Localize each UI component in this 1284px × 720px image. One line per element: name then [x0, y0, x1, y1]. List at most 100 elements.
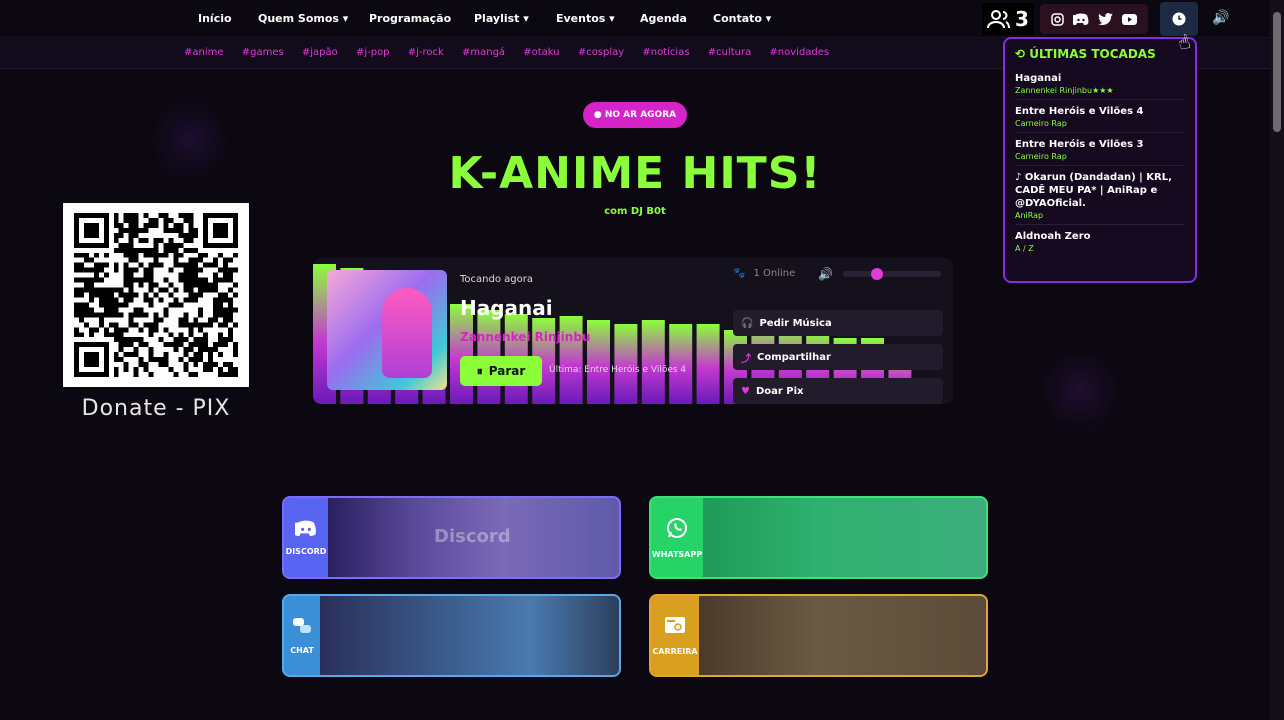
recent-track-item[interactable]: Aldnoah Zero A / Z: [1015, 225, 1185, 257]
discord-icon[interactable]: [1072, 13, 1089, 25]
tag-list: #anime #games #japão #j-pop #j-rock #man…: [184, 47, 838, 58]
recent-track-item[interactable]: Entre Heróis e Vilões 3 Carneiro Rap: [1015, 133, 1185, 166]
nav-inicio[interactable]: Início: [198, 12, 232, 25]
recent-track-item[interactable]: Haganai Zannenkei Rinjinbu★★★: [1015, 67, 1185, 100]
tag-link[interactable]: #j-rock: [408, 47, 444, 58]
recent-track-artist: Zannenkei Rinjinbu★★★: [1015, 86, 1114, 95]
recent-track-song: Entre Heróis e Vilões 3: [1015, 139, 1144, 150]
whatsapp-card-art: [703, 498, 986, 577]
tag-link[interactable]: #j-pop: [356, 47, 390, 58]
request-song-label: Pedir Música: [759, 317, 832, 329]
donate-label: Donate - PIX: [81, 396, 231, 421]
top-nav: Início Quem Somos ▾ Programação Playlist…: [0, 0, 1270, 38]
discord-card[interactable]: DISCORD Discord: [282, 496, 621, 579]
tag-link[interactable]: #cosplay: [578, 47, 624, 58]
recent-track-item[interactable]: Entre Heróis e Vilões 4 Carneiro Rap: [1015, 100, 1185, 133]
volume-slider[interactable]: [843, 268, 941, 280]
pause-icon: ⏸: [476, 363, 483, 378]
whatsapp-card-side: WHATSAPP: [651, 498, 703, 577]
youtube-icon[interactable]: [1122, 13, 1138, 25]
social-links: [1040, 4, 1148, 34]
background-glow: [1040, 350, 1120, 430]
tag-link[interactable]: #mangá: [462, 47, 505, 58]
clock-icon: [1172, 12, 1186, 26]
recent-track-artist: Carneiro Rap: [1015, 119, 1067, 128]
users-icon: [987, 10, 1011, 29]
nav-playlist[interactable]: Playlist ▾: [474, 12, 529, 25]
page-scrollbar[interactable]: [1270, 0, 1284, 720]
twitter-icon[interactable]: [1098, 13, 1114, 25]
recent-tracks-heading: ÚLTIMAS TOCADAS: [1029, 47, 1156, 61]
paw-icon: 🐾: [733, 268, 746, 279]
discord-card-word: Discord: [434, 526, 511, 547]
discord-icon: [293, 520, 317, 541]
tag-link[interactable]: #japão: [302, 47, 338, 58]
share-icon: ⤴: [741, 353, 751, 365]
instagram-icon[interactable]: [1050, 12, 1064, 26]
recent-tracks-dropdown: ⟲ ÚLTIMAS TOCADAS Haganai Zannenkei Rinj…: [1003, 37, 1197, 283]
online-status: 🐾 1 Online: [733, 268, 795, 279]
visualizer-bar: [696, 324, 720, 404]
live-badge: ● NO AR AGORA: [583, 102, 687, 128]
tag-link[interactable]: #cultura: [708, 47, 752, 58]
last-played: Última: Entre Heróis e Vilões 4: [549, 365, 687, 375]
recent-track-song: Aldnoah Zero: [1015, 231, 1091, 242]
chat-card-art: [320, 596, 619, 675]
tag-link[interactable]: #otaku: [523, 47, 559, 58]
stop-button[interactable]: ⏸ Parar: [460, 356, 542, 386]
discord-card-side: DISCORD: [284, 498, 328, 577]
chat-card[interactable]: CHAT: [282, 594, 621, 677]
scrollbar-thumb[interactable]: [1273, 12, 1281, 132]
nav-quem-somos[interactable]: Quem Somos ▾: [258, 12, 348, 25]
career-card-label: CARREIRA: [652, 646, 698, 656]
online-count: 1 Online: [753, 268, 796, 279]
radio-player: Tocando agora Haganai Zannenkei Rinjinbu…: [313, 258, 953, 404]
job-board-icon: [664, 616, 686, 641]
chat-card-side: CHAT: [284, 596, 320, 675]
pix-qr-code: [63, 203, 249, 387]
chat-icon: [292, 617, 312, 640]
donate-pix-button[interactable]: ♥ Doar Pix: [733, 378, 943, 404]
recent-track-artist: AniRap: [1015, 211, 1044, 220]
current-song: Haganai: [460, 296, 553, 320]
whatsapp-card[interactable]: WHATSAPP: [649, 496, 988, 579]
recent-track-song: Haganai: [1015, 73, 1062, 84]
listeners-counter: 3: [982, 3, 1034, 35]
current-artist: Zannenkei Rinjinbu: [460, 330, 591, 344]
nav-contato[interactable]: Contato ▾: [713, 12, 771, 25]
visualizer-bar: [614, 324, 638, 404]
recent-track-artist: Carneiro Rap: [1015, 152, 1067, 161]
tag-link[interactable]: #notícias: [642, 47, 689, 58]
recent-track-artist: A / Z: [1015, 244, 1034, 253]
tag-link[interactable]: #novidades: [769, 47, 829, 58]
nav-programacao[interactable]: Programação: [369, 12, 451, 25]
history-icon: ⟲: [1015, 47, 1026, 61]
donate-pix-label: Doar Pix: [755, 385, 804, 397]
recent-track-item[interactable]: ♪ Okarun (Dandadan) | KRL, CADÊ MEU PA* …: [1015, 166, 1185, 225]
volume-icon[interactable]: 🔊: [1212, 10, 1229, 26]
chat-card-label: CHAT: [290, 645, 314, 655]
nav-eventos[interactable]: Eventos ▾: [556, 12, 615, 25]
whatsapp-icon: [666, 517, 688, 544]
qr-code-image: [74, 213, 238, 377]
discord-card-label: DISCORD: [285, 546, 327, 556]
headphones-icon: 🎧: [741, 317, 754, 329]
recent-track-song: Entre Heróis e Vilões 4: [1015, 106, 1144, 117]
visualizer-bar: [669, 324, 693, 404]
album-cover: [327, 270, 447, 390]
visualizer-bar: [641, 320, 665, 404]
now-playing-label: Tocando agora: [460, 274, 533, 285]
nav-agenda[interactable]: Agenda: [640, 12, 687, 25]
recent-track-song: ♪ Okarun (Dandadan) | KRL, CADÊ MEU PA* …: [1015, 172, 1172, 209]
share-label: Compartilhar: [757, 351, 831, 363]
career-card[interactable]: CARREIRA: [649, 594, 988, 677]
career-card-art: [699, 596, 986, 675]
whatsapp-card-label: WHATSAPP: [651, 549, 703, 559]
share-button[interactable]: ⤴ Compartilhar: [733, 344, 943, 370]
listeners-count: 3: [1015, 7, 1029, 31]
recent-tracks-title: ⟲ ÚLTIMAS TOCADAS: [1015, 47, 1185, 61]
player-volume-icon[interactable]: 🔊: [818, 267, 833, 281]
tag-link[interactable]: #games: [242, 47, 284, 58]
tag-link[interactable]: #anime: [184, 47, 224, 58]
request-song-button[interactable]: 🎧 Pedir Música: [733, 310, 943, 336]
